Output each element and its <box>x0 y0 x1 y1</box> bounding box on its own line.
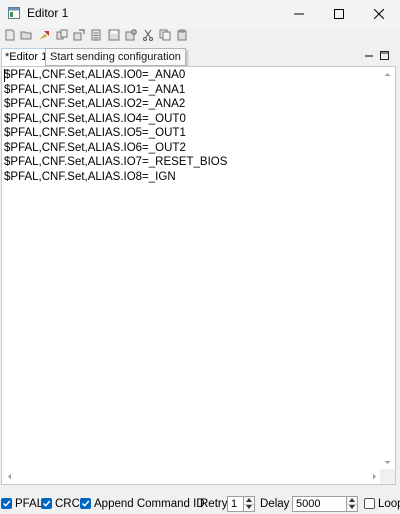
checkmark-icon <box>42 500 51 507</box>
pfal-label: PFAL <box>15 498 44 510</box>
paste-button[interactable] <box>176 29 188 41</box>
loop-label: Loop <box>378 498 400 510</box>
save-icon <box>108 29 120 41</box>
save-button[interactable] <box>108 29 120 41</box>
retry-input[interactable]: 1 <box>227 496 244 512</box>
copy-config-button[interactable] <box>56 29 68 41</box>
scroll-corner <box>380 469 395 484</box>
spin-down-icon <box>246 505 252 509</box>
crc-checkbox[interactable] <box>41 498 52 509</box>
editor-line: $PFAL,CNF.Set,ALIAS.IO0=_ANA0 <box>4 69 186 81</box>
retry-down-button[interactable] <box>244 504 254 511</box>
settings-icon <box>125 29 137 41</box>
editor-line: $PFAL,CNF.Set,ALIAS.IO2=_ANA2 <box>4 98 186 110</box>
open-file-button[interactable] <box>20 29 32 41</box>
minimize-icon <box>294 13 304 15</box>
editor-text-area[interactable]: $PFAL,CNF.Set,ALIAS.IO0=_ANA0 $PFAL,CNF.… <box>4 68 382 471</box>
scroll-left-arrow-icon[interactable] <box>2 469 17 484</box>
scroll-down-arrow-icon[interactable] <box>380 455 395 470</box>
export-icon <box>73 29 85 41</box>
scroll-up-arrow-icon[interactable] <box>380 67 395 82</box>
copy-icon <box>159 29 171 41</box>
delay-input[interactable]: 5000 <box>292 496 347 512</box>
panel-maximize-icon[interactable] <box>380 51 389 60</box>
editor-line: $PFAL,CNF.Set,ALIAS.IO4=_OUT0 <box>4 112 186 125</box>
spin-down-icon <box>349 505 355 509</box>
delay-label: Delay <box>260 498 290 510</box>
maximize-icon <box>334 9 344 19</box>
cut-button[interactable] <box>142 29 154 41</box>
crc-label: CRC <box>55 498 80 510</box>
text-caret <box>4 69 5 82</box>
append-command-id-checkbox[interactable] <box>80 498 91 509</box>
send-icon <box>39 31 49 40</box>
copy-button[interactable] <box>159 29 171 41</box>
send-config-tooltip: Start sending configuration <box>45 48 186 66</box>
app-window-icon <box>8 7 20 19</box>
export-button[interactable] <box>73 29 85 41</box>
status-bar: PFAL CRC Append Command ID Retry 1 Delay… <box>0 494 400 514</box>
close-button[interactable] <box>359 0 399 28</box>
tab-editor-1[interactable]: *Editor 1 <box>1 48 52 66</box>
pfal-checkbox[interactable] <box>1 498 12 509</box>
delay-spinner[interactable] <box>346 496 358 512</box>
window-title: Editor 1 <box>27 6 69 20</box>
close-icon <box>374 9 384 19</box>
maximize-button[interactable] <box>319 0 359 28</box>
checkmark-icon <box>81 500 90 507</box>
retry-spinner[interactable] <box>243 496 255 512</box>
open-icon <box>20 31 32 40</box>
vertical-scrollbar[interactable] <box>380 67 395 470</box>
horizontal-scrollbar[interactable] <box>2 469 382 484</box>
editor-line: $PFAL,CNF.Set,ALIAS.IO7=_RESET_BIOS <box>4 156 228 168</box>
paste-icon <box>177 29 187 41</box>
toolbar <box>0 28 400 44</box>
new-icon <box>5 29 15 41</box>
cut-icon <box>143 29 153 41</box>
minimize-button[interactable] <box>279 0 319 28</box>
spin-up-icon <box>349 498 355 502</box>
retry-label: Retry <box>200 498 228 510</box>
copy-config-icon <box>56 29 68 40</box>
tab-bar: *Editor 1 Start sending configuration <box>0 47 400 66</box>
new-file-button[interactable] <box>4 29 16 41</box>
editor-line: $PFAL,CNF.Set,ALIAS.IO1=_ANA1 <box>4 83 186 96</box>
checkmark-icon <box>2 500 11 507</box>
loop-checkbox[interactable] <box>364 498 375 509</box>
list-icon <box>91 29 101 41</box>
editor-line: $PFAL,CNF.Set,ALIAS.IO6=_OUT2 <box>4 141 186 154</box>
spin-up-icon <box>246 498 252 502</box>
panel-minimize-icon[interactable] <box>365 52 373 60</box>
config-editor[interactable]: $PFAL,CNF.Set,ALIAS.IO0=_ANA0 $PFAL,CNF.… <box>1 66 396 485</box>
editor-line: $PFAL,CNF.Set,ALIAS.IO8=_IGN <box>4 170 176 183</box>
list-button[interactable] <box>90 29 102 41</box>
delay-down-button[interactable] <box>347 504 357 511</box>
append-command-id-label: Append Command ID <box>94 498 205 510</box>
title-bar: Editor 1 <box>0 0 400 28</box>
send-button[interactable] <box>38 29 50 41</box>
editor-line: $PFAL,CNF.Set,ALIAS.IO5=_OUT1 <box>4 127 186 139</box>
settings-button[interactable] <box>125 29 137 41</box>
